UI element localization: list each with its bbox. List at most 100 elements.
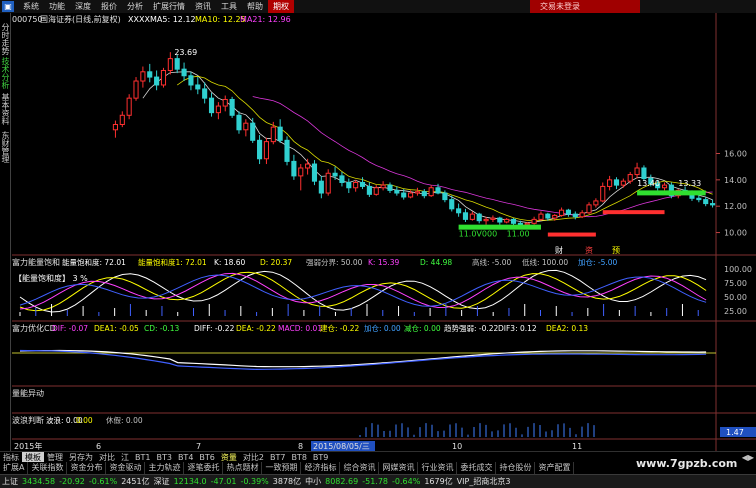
status-item-2: -20.92: [59, 477, 85, 486]
pane1-item-0: 能量饱和度: 72.01: [62, 257, 126, 267]
pane1-legend: 【能量饱和度】 3 %: [14, 273, 88, 283]
menu-item-8[interactable]: 帮助: [242, 0, 268, 13]
candle-body: [346, 181, 352, 189]
function-tab-10[interactable]: 网媒资讯: [379, 462, 419, 474]
candle-body: [627, 174, 633, 182]
time-axis-label-0: 2015年: [14, 441, 42, 451]
candle-body: [394, 189, 400, 194]
chart-area: 000750国海证券(日线,前复权) XXXX MA5: 12.12 MA10: 12…: [12, 13, 756, 451]
candle-body: [325, 172, 331, 194]
function-tab-11[interactable]: 行业资讯: [418, 462, 458, 474]
candle-body: [318, 180, 324, 194]
candle-body: [401, 192, 407, 198]
y-tick-label-0: 16.00: [724, 149, 747, 158]
candle-body: [428, 187, 434, 197]
candle-body: [552, 214, 558, 219]
candle-body: [250, 122, 256, 141]
candle-body: [510, 218, 517, 224]
pane1-item-1: 能量饱和度1: 72.01: [138, 257, 207, 267]
function-tab-7[interactable]: 一致预期: [262, 462, 302, 474]
pane1-y-tick-3: 25.00: [724, 307, 747, 316]
status-item-10: 中小: [305, 477, 322, 486]
bottom-label-2: 11.00: [507, 230, 530, 239]
pane1-item-6: D: 44.98: [420, 258, 452, 267]
event-marker-2: 预: [612, 245, 620, 255]
candle-body: [298, 167, 304, 177]
candle-body: [380, 184, 386, 189]
tab-scroll-arrows-icon[interactable]: ◀▶: [742, 453, 754, 462]
pane1-y-tick-1: 75.00: [724, 279, 747, 288]
function-tab-2[interactable]: 资金分布: [67, 462, 107, 474]
pane2-item-5: MACD: 0.01: [278, 324, 322, 333]
status-item-3: -0.61%: [88, 477, 118, 486]
candle-body: [305, 163, 311, 169]
pane1-item-9: 加仓: -5.00: [578, 257, 618, 267]
menu-item-6[interactable]: 资讯: [190, 0, 216, 13]
max-price-label: 23.69: [174, 48, 197, 57]
status-item-7: -47.01: [210, 477, 237, 486]
status-item-1: 3434.58: [22, 477, 56, 486]
candle-body: [291, 160, 297, 177]
time-axis-label-4: 2015/08/05/三: [313, 442, 370, 451]
candle-body: [600, 185, 606, 202]
menu-items: 系统 功能 深度 报价 分析 扩展行情 资讯 工具 帮助 期权: [18, 0, 294, 13]
candle-body: [366, 185, 372, 195]
pane2-item-10: DIF3: 0.12: [498, 324, 537, 333]
menu-item-0[interactable]: 系统: [18, 0, 44, 13]
candle-body: [579, 212, 585, 218]
candle-body: [222, 98, 228, 107]
candle-body: [456, 208, 462, 214]
candle-body: [339, 175, 345, 183]
status-item-13: -0.64%: [392, 477, 421, 486]
y-tick-label-2: 12.00: [724, 202, 747, 211]
menu-item-3[interactable]: 报价: [96, 0, 122, 13]
candle-body: [236, 114, 242, 131]
function-tab-14[interactable]: 资产配置: [535, 462, 575, 474]
status-item-5: 深证: [153, 477, 170, 486]
candle-body: [408, 192, 414, 198]
function-tab-12[interactable]: 委托成交: [457, 462, 497, 474]
candle-body: [435, 187, 441, 194]
pane1-y-tick-2: 50.00: [724, 293, 747, 302]
candle-body: [634, 167, 640, 176]
menu-item-1[interactable]: 功能: [44, 0, 70, 13]
price-label-2: 13.33: [678, 179, 701, 188]
pane1-item-2: K: 18.60: [214, 258, 246, 267]
function-tab-8[interactable]: 经济指标: [301, 462, 341, 474]
function-tab-9[interactable]: 综合资讯: [340, 462, 380, 474]
function-tab-4[interactable]: 主力轨迹: [145, 462, 185, 474]
menu-item-5[interactable]: 扩展行情: [148, 0, 190, 13]
function-tab-1[interactable]: 关联指数: [28, 462, 68, 474]
menu-item-4[interactable]: 分析: [122, 0, 148, 13]
function-tab-13[interactable]: 持仓股份: [496, 462, 536, 474]
pane4-item-2: 休假: 0.00: [106, 415, 143, 425]
app-logo-icon[interactable]: ▣: [2, 1, 14, 12]
menu-item-7[interactable]: 工具: [216, 0, 242, 13]
menu-item-9[interactable]: 期权: [268, 0, 294, 13]
candle-body: [469, 213, 475, 220]
candle-body: [572, 213, 578, 218]
function-tab-6[interactable]: 热点题材: [223, 462, 263, 474]
menu-item-2[interactable]: 深度: [70, 0, 96, 13]
candle-body: [229, 98, 235, 116]
function-tab-0[interactable]: 扩展A: [0, 462, 29, 474]
market-status-bar: 上证 3434.58 -20.92 -0.61% 2451亿 深证 12134.0 -47.0…: [0, 474, 756, 488]
candle-body: [311, 163, 318, 182]
pane2-item-11: DEA2: 0.13: [546, 324, 588, 333]
candle-body: [167, 58, 173, 71]
pane1-title: 富力能量饱和: [12, 257, 60, 267]
trade-login-status[interactable]: 交易未登录: [530, 0, 640, 13]
status-item-8: -0.39%: [240, 477, 269, 486]
pane2-item-3: DIFF: -0.22: [194, 324, 235, 333]
candle-body: [277, 126, 283, 141]
candle-body: [359, 181, 366, 187]
function-tab-3[interactable]: 资金驱动: [106, 462, 146, 474]
candle-body: [620, 180, 626, 186]
pane2-item-2: CD: -0.13: [144, 324, 180, 333]
candle-body: [531, 218, 537, 224]
candle-body: [449, 199, 455, 210]
function-tab-5[interactable]: 逐笔委托: [184, 462, 224, 474]
status-item-12: -51.78: [362, 477, 389, 486]
y-tick-label-1: 14.00: [724, 176, 747, 185]
candle-body: [710, 203, 716, 206]
